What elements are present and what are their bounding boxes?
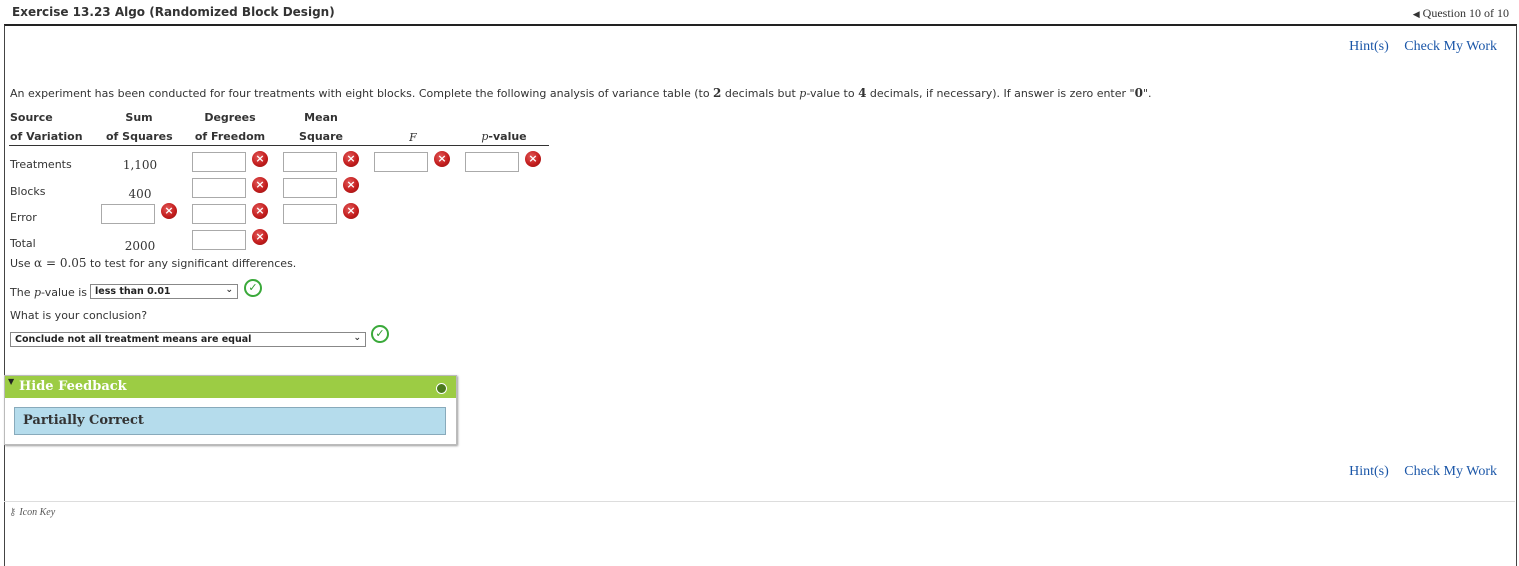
instructions: An experiment has been conducted for fou… [10, 86, 1152, 100]
row-label-treatments: Treatments [10, 158, 72, 171]
feedback-status-box: Partially Correct [14, 407, 446, 435]
header-sum-of-squares: Sum of Squares [106, 111, 173, 143]
df-total-input[interactable] [192, 230, 246, 250]
incorrect-icon: × [343, 151, 359, 167]
conclusion-question: What is your conclusion? [10, 309, 148, 322]
feedback-dot-icon [436, 383, 447, 394]
incorrect-icon: × [252, 151, 268, 167]
ss-error-input[interactable] [101, 204, 155, 224]
incorrect-icon: × [252, 229, 268, 245]
hints-link[interactable]: Hint(s) [1349, 39, 1389, 54]
df-blocks-input[interactable] [192, 178, 246, 198]
question-nav[interactable]: ◀ Question 10 of 10 [1413, 6, 1509, 21]
correct-icon: ✓ [244, 279, 262, 297]
exercise-title: Exercise 13.23 Algo (Randomized Block De… [12, 5, 335, 19]
feedback-panel: ▼ Hide Feedback Partially Correct [4, 375, 457, 445]
incorrect-icon: × [161, 203, 177, 219]
ss-blocks-value: 400 [128, 187, 152, 201]
key-icon: ⚷ [9, 507, 17, 518]
feedback-status: Partially Correct [23, 413, 144, 428]
df-treatments-input[interactable] [192, 152, 246, 172]
conclusion-select[interactable]: Conclude not all treatment means are equ… [10, 332, 366, 347]
header-source: Source of Variation [10, 111, 83, 143]
chevron-down-icon: ⌄ [225, 285, 233, 295]
header-rule [9, 145, 549, 146]
p-value-question: The p-value is [10, 286, 88, 299]
ms-blocks-input[interactable] [283, 178, 337, 198]
hide-feedback-toggle[interactable]: ▼ Hide Feedback [5, 376, 456, 398]
alpha-instruction: Use α = 0.05 to test for any significant… [10, 256, 297, 270]
ms-error-input[interactable] [283, 204, 337, 224]
incorrect-icon: × [343, 177, 359, 193]
ss-treatments-value: 1,100 [122, 158, 158, 172]
check-my-work-link[interactable]: Check My Work [1404, 464, 1497, 479]
check-my-work-link[interactable]: Check My Work [1404, 39, 1497, 54]
chevron-down-icon: ⌄ [353, 333, 361, 343]
prev-question-icon[interactable]: ◀ [1413, 9, 1420, 19]
f-treatments-input[interactable] [374, 152, 428, 172]
icon-key-link[interactable]: ⚷ Icon Key [9, 507, 55, 518]
p-value-select[interactable]: less than 0.01 ⌄ [90, 284, 238, 299]
incorrect-icon: × [434, 151, 450, 167]
ss-total-value: 2000 [124, 239, 156, 253]
incorrect-icon: × [343, 203, 359, 219]
df-error-input[interactable] [192, 204, 246, 224]
bottom-links: Hint(s) Check My Work [1337, 464, 1497, 480]
correct-icon: ✓ [371, 325, 389, 343]
p-value-treatments-input[interactable] [465, 152, 519, 172]
row-label-total: Total [10, 237, 36, 250]
header-f: F [409, 131, 417, 144]
incorrect-icon: × [525, 151, 541, 167]
incorrect-icon: × [252, 203, 268, 219]
row-label-blocks: Blocks [10, 185, 46, 198]
footer-divider [4, 501, 1515, 502]
row-label-error: Error [10, 211, 37, 224]
top-links: Hint(s) Check My Work [1337, 39, 1497, 55]
header-mean-square: Mean Square [299, 111, 343, 143]
collapse-triangle-icon: ▼ [8, 377, 15, 386]
header-p-value: p-value [481, 130, 527, 143]
question-counter: Question 10 of 10 [1422, 6, 1509, 20]
hints-link[interactable]: Hint(s) [1349, 464, 1389, 479]
incorrect-icon: × [252, 177, 268, 193]
ms-treatments-input[interactable] [283, 152, 337, 172]
header-degrees-of-freedom: Degrees of Freedom [194, 111, 266, 143]
